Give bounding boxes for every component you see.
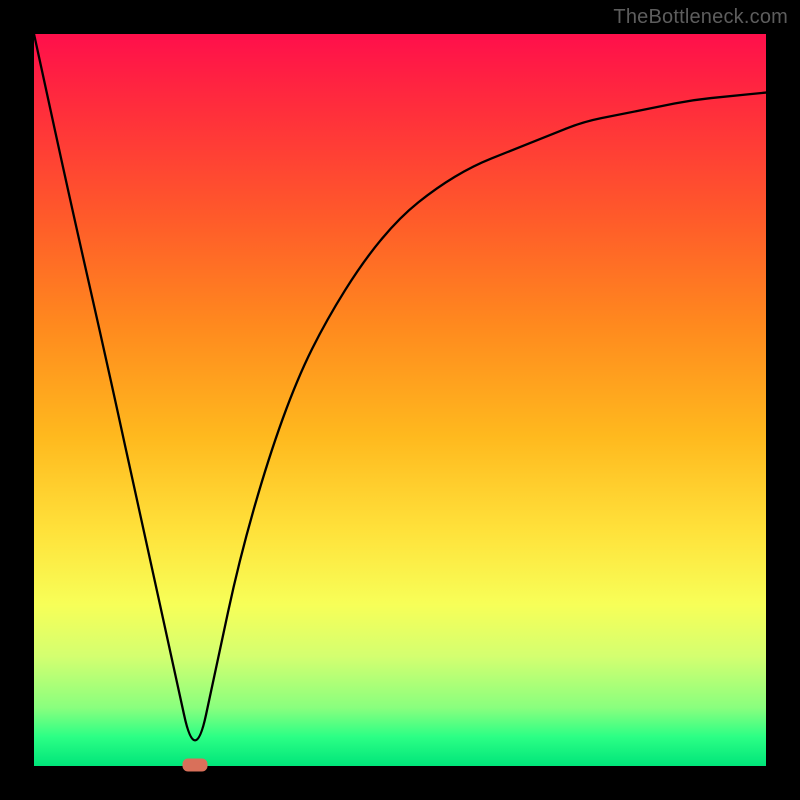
chart-frame: TheBottleneck.com (0, 0, 800, 800)
curve-svg (34, 34, 766, 766)
plot-area (34, 34, 766, 766)
watermark-text: TheBottleneck.com (613, 6, 788, 29)
bottleneck-curve (34, 34, 766, 740)
optimum-marker (183, 759, 207, 771)
